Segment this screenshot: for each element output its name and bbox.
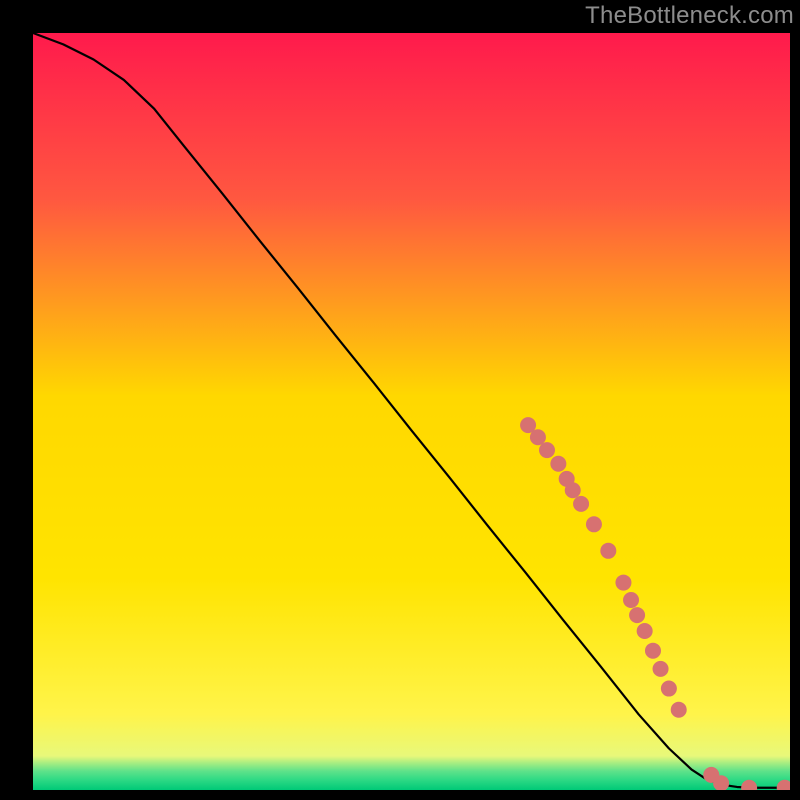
watermark-text: TheBottleneck.com bbox=[0, 0, 800, 30]
data-point bbox=[565, 482, 581, 498]
data-point bbox=[629, 607, 645, 623]
data-point bbox=[530, 429, 546, 445]
data-point bbox=[653, 661, 669, 677]
plot-area bbox=[33, 33, 790, 790]
data-point bbox=[586, 516, 602, 532]
data-point bbox=[600, 543, 616, 559]
data-point bbox=[623, 592, 639, 608]
data-point bbox=[661, 681, 677, 697]
chart-stage: TheBottleneck.com bbox=[0, 0, 800, 800]
chart-svg bbox=[33, 33, 790, 790]
data-point bbox=[615, 575, 631, 591]
data-point bbox=[539, 442, 555, 458]
gradient-background bbox=[33, 33, 790, 790]
data-point bbox=[671, 702, 687, 718]
data-point bbox=[573, 496, 589, 512]
data-point bbox=[645, 643, 661, 659]
data-point bbox=[637, 623, 653, 639]
data-point bbox=[550, 456, 566, 472]
